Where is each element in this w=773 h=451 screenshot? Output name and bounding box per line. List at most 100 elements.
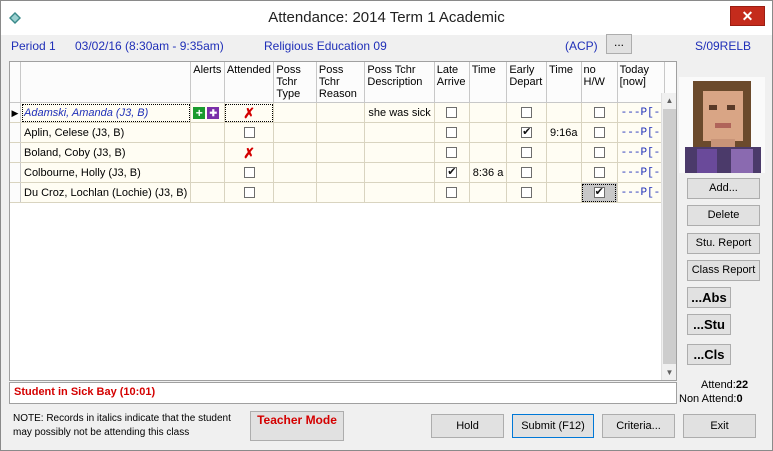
checkbox-icon[interactable] — [593, 127, 605, 139]
attended-cell[interactable] — [224, 122, 275, 143]
class-lookup-button[interactable]: ...Cls — [687, 344, 731, 365]
criteria-button[interactable]: Criteria... — [602, 414, 675, 438]
header-early-depart[interactable]: Early Depart — [506, 62, 547, 103]
checkbox-icon[interactable] — [243, 167, 255, 179]
x-mark-icon[interactable]: ✗ — [243, 106, 255, 120]
time-arrive-cell[interactable] — [469, 182, 508, 203]
checkbox-icon[interactable] — [521, 107, 533, 119]
poss-reason-cell[interactable] — [316, 142, 366, 163]
table-row[interactable]: Aplin, Celese (J3, B) 9:16a ---P[- — [10, 122, 676, 143]
scroll-up-icon[interactable]: ▲ — [662, 93, 677, 108]
x-mark-icon[interactable]: ✗ — [243, 146, 255, 160]
header-attended[interactable]: Attended — [224, 62, 275, 103]
teacher-mode-button[interactable]: Teacher Mode — [250, 411, 344, 441]
time-depart-cell[interactable] — [546, 142, 582, 163]
early-depart-cell[interactable] — [506, 182, 547, 203]
poss-type-cell[interactable] — [273, 142, 317, 163]
time-arrive-cell[interactable] — [469, 102, 508, 123]
student-report-button[interactable]: Stu. Report — [687, 233, 760, 254]
checkbox-icon[interactable] — [521, 147, 533, 159]
late-arrive-cell[interactable] — [434, 102, 470, 123]
header-name[interactable] — [20, 62, 192, 103]
checkbox-icon[interactable] — [446, 165, 458, 179]
header-time-arrive[interactable]: Time — [469, 62, 508, 103]
checkbox-icon[interactable] — [446, 147, 458, 159]
header-no-homework[interactable]: no H/W — [581, 62, 618, 103]
checkbox-icon[interactable] — [446, 127, 458, 139]
poss-description-cell[interactable] — [364, 182, 435, 203]
grid-vertical-scrollbar[interactable]: ▲ ▼ — [661, 93, 676, 380]
time-arrive-cell[interactable]: 8:36 a — [469, 162, 508, 183]
checkbox-icon[interactable] — [593, 147, 605, 159]
attended-cell[interactable] — [224, 162, 275, 183]
no-homework-cell[interactable] — [581, 162, 618, 183]
checkbox-icon[interactable] — [243, 187, 255, 199]
early-depart-cell[interactable] — [506, 102, 547, 123]
late-arrive-cell[interactable] — [434, 182, 470, 203]
checkbox-icon[interactable] — [593, 167, 605, 179]
poss-reason-cell[interactable] — [316, 182, 366, 203]
add-button[interactable]: Add... — [687, 178, 760, 199]
hold-button[interactable]: Hold — [431, 414, 504, 438]
checkbox-icon[interactable] — [446, 187, 458, 199]
poss-description-cell[interactable] — [364, 162, 435, 183]
time-depart-cell[interactable]: 9:16a — [546, 122, 582, 143]
checkbox-icon[interactable] — [521, 167, 533, 179]
student-name[interactable]: Boland, Coby (J3, B) — [20, 142, 192, 163]
header-poss-description[interactable]: Poss Tchr Description — [364, 62, 435, 103]
class-report-button[interactable]: Class Report — [687, 260, 760, 281]
student-lookup-button[interactable]: ...Stu — [687, 314, 731, 335]
header-alerts[interactable]: Alerts — [190, 62, 225, 103]
poss-description-cell[interactable] — [364, 122, 435, 143]
student-name[interactable]: Colbourne, Holly (J3, B) — [20, 162, 192, 183]
more-options-button[interactable]: ... — [606, 34, 632, 54]
attended-cell[interactable]: ✗ — [224, 102, 275, 123]
no-homework-cell[interactable] — [581, 122, 618, 143]
early-depart-cell[interactable] — [506, 142, 547, 163]
attended-cell[interactable]: ✗ — [224, 142, 275, 163]
attended-cell[interactable] — [224, 182, 275, 203]
late-arrive-cell[interactable] — [434, 142, 470, 163]
header-poss-type[interactable]: Poss Tchr Type — [273, 62, 317, 103]
table-row[interactable]: ▶ Adamski, Amanda (J3, B) + ✚ ✗ she was s… — [10, 102, 676, 123]
poss-type-cell[interactable] — [273, 162, 317, 183]
no-homework-cell[interactable] — [581, 142, 618, 163]
poss-type-cell[interactable] — [273, 122, 317, 143]
checkbox-icon[interactable] — [521, 125, 533, 139]
poss-type-cell[interactable] — [273, 182, 317, 203]
no-homework-cell[interactable] — [581, 102, 618, 123]
submit-button[interactable]: Submit (F12) — [512, 414, 594, 438]
header-today[interactable]: Today [now] — [617, 62, 666, 103]
scrollbar-thumb[interactable] — [663, 109, 676, 364]
time-arrive-cell[interactable] — [469, 122, 508, 143]
poss-type-cell[interactable] — [273, 102, 317, 123]
medical-cross-icon[interactable]: + — [193, 106, 206, 119]
poss-reason-cell[interactable] — [316, 162, 366, 183]
checkbox-icon[interactable] — [593, 185, 605, 199]
checkbox-icon[interactable] — [446, 107, 458, 119]
late-arrive-cell[interactable] — [434, 122, 470, 143]
scroll-down-icon[interactable]: ▼ — [662, 365, 677, 380]
time-depart-cell[interactable] — [546, 102, 582, 123]
early-depart-cell[interactable] — [506, 162, 547, 183]
table-row[interactable]: Du Croz, Lochlan (Lochie) (J3, B) ---P[- — [10, 182, 676, 203]
header-time-depart[interactable]: Time — [546, 62, 582, 103]
exit-button[interactable]: Exit — [683, 414, 756, 438]
late-arrive-cell[interactable] — [434, 162, 470, 183]
student-name[interactable]: Du Croz, Lochlan (Lochie) (J3, B) — [20, 182, 192, 203]
checkbox-icon[interactable] — [521, 187, 533, 199]
poss-reason-cell[interactable] — [316, 102, 366, 123]
table-row[interactable]: Boland, Coby (J3, B) ✗ ---P[- — [10, 142, 676, 163]
poss-description-cell[interactable] — [364, 142, 435, 163]
early-depart-cell[interactable] — [506, 122, 547, 143]
close-button[interactable]: ✕ — [730, 6, 765, 26]
table-row[interactable]: Colbourne, Holly (J3, B) 8:36 a ---P[- — [10, 162, 676, 183]
poss-reason-cell[interactable] — [316, 122, 366, 143]
poss-description-cell[interactable]: she was sick — [364, 102, 435, 123]
student-name[interactable]: Adamski, Amanda (J3, B) — [20, 102, 192, 123]
checkbox-icon[interactable] — [243, 127, 255, 139]
header-late-arrive[interactable]: Late Arrive — [434, 62, 470, 103]
no-homework-cell[interactable] — [581, 182, 618, 203]
medical-alert-icon[interactable]: ✚ — [207, 106, 220, 119]
delete-button[interactable]: Delete — [687, 205, 760, 226]
